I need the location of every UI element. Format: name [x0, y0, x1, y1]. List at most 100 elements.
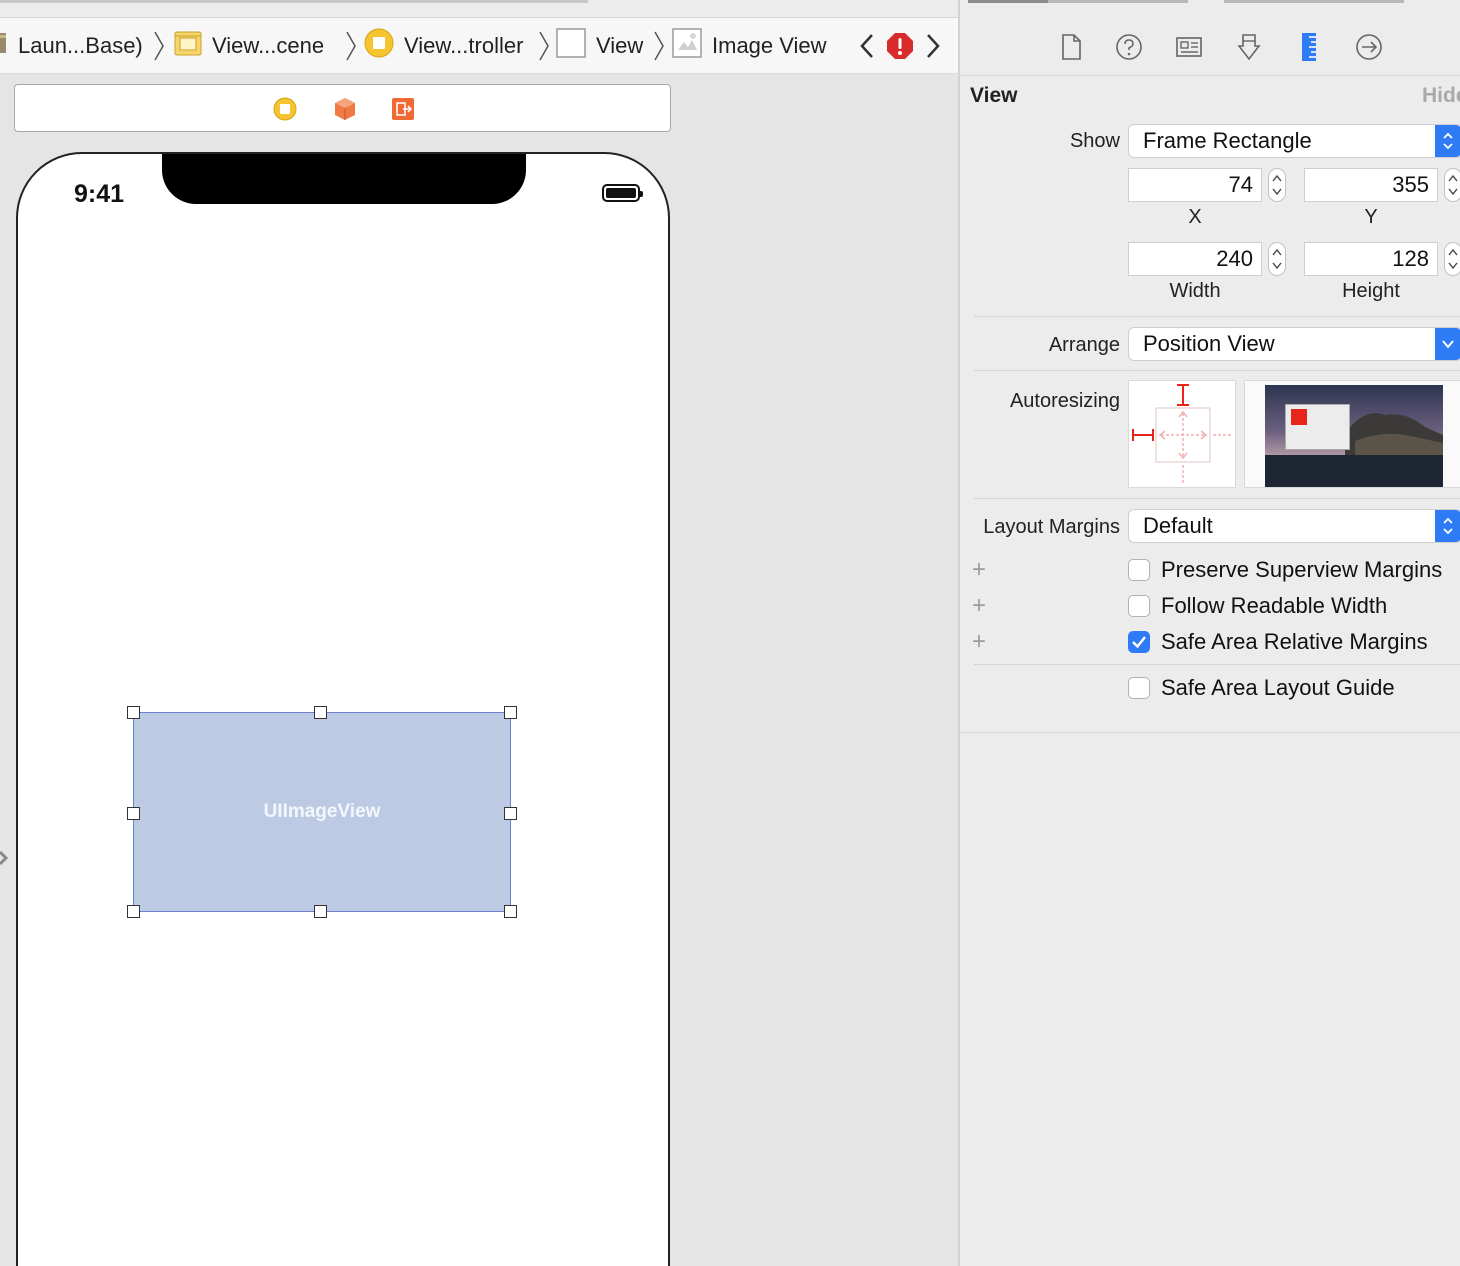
initial-scene-arrow-icon [0, 848, 14, 868]
breadcrumb-label: View...cene [212, 33, 325, 58]
x-label: X [1188, 206, 1202, 228]
file-inspector-icon[interactable] [1056, 32, 1086, 62]
storyboard-icon [0, 31, 8, 61]
layout-margins-label: Layout Margins [983, 516, 1120, 538]
view-controller-icon [364, 28, 394, 64]
height-stepper[interactable] [1444, 242, 1460, 276]
breadcrumb-item-view[interactable]: View [556, 18, 643, 74]
divider [974, 370, 1460, 371]
breadcrumb-item-scene[interactable]: View...cene [174, 18, 324, 74]
resize-handle-bottom[interactable] [314, 905, 327, 918]
attributes-inspector-icon[interactable] [1234, 32, 1264, 62]
height-field[interactable]: 128 [1304, 242, 1438, 276]
storyboard-editor: Laun...Base) View...cene View...troller … [0, 0, 958, 1266]
width-stepper[interactable] [1268, 242, 1286, 276]
show-value: Frame Rectangle [1143, 128, 1312, 153]
device-notch [162, 154, 526, 204]
scene-dock [14, 84, 671, 132]
arrange-value: Position View [1143, 331, 1275, 356]
resize-handle-top[interactable] [314, 706, 327, 719]
divider [974, 316, 1460, 317]
divider [974, 498, 1460, 499]
section-title: View [970, 84, 1018, 107]
preview-subview-marker [1291, 409, 1307, 425]
resize-handle-left[interactable] [127, 807, 140, 820]
layout-margins-value: Default [1143, 513, 1213, 538]
add-variation-plus-icon[interactable]: + [969, 556, 989, 584]
add-variation-plus-icon[interactable]: + [969, 628, 989, 656]
safe-area-relative-margins-checkbox[interactable] [1128, 631, 1150, 653]
y-label: Y [1364, 206, 1378, 228]
inspector-tab-strip [960, 0, 1460, 18]
breadcrumb-label: Laun...Base) [18, 33, 143, 58]
preserve-superview-margins-checkbox[interactable] [1128, 559, 1150, 581]
image-view-icon [672, 28, 702, 64]
arrange-popup[interactable]: Position View [1128, 327, 1460, 361]
next-issue-button[interactable] [924, 32, 942, 60]
first-responder-icon[interactable] [333, 97, 357, 121]
safe-area-layout-guide-label: Safe Area Layout Guide [1161, 675, 1395, 700]
previous-issue-button[interactable] [858, 32, 876, 60]
resize-handle-bottom-right[interactable] [504, 905, 517, 918]
size-inspector-icon[interactable] [1294, 32, 1324, 62]
autoresizing-label: Autoresizing [1009, 390, 1120, 412]
popup-arrows-icon [1435, 125, 1460, 157]
breadcrumb-item-image-view[interactable]: Image View [672, 18, 827, 74]
connections-inspector-icon[interactable] [1354, 32, 1384, 62]
resize-handle-top-left[interactable] [127, 706, 140, 719]
view-icon [556, 28, 586, 64]
breadcrumb-label: View...troller [404, 33, 524, 58]
view-controller-icon[interactable] [273, 97, 297, 121]
resize-handle-bottom-left[interactable] [127, 905, 140, 918]
width-field[interactable]: 240 [1128, 242, 1262, 276]
breadcrumb-item-view-controller[interactable]: View...troller [364, 18, 523, 74]
x-field[interactable]: 74 [1128, 168, 1262, 202]
checkmark-icon [1132, 636, 1146, 649]
hide-section-button[interactable]: Hide [1422, 84, 1460, 108]
x-stepper[interactable] [1268, 168, 1286, 202]
chevron-left-icon [860, 34, 873, 58]
resize-handle-top-right[interactable] [504, 706, 517, 719]
y-stepper[interactable] [1444, 168, 1460, 202]
breadcrumb-label: Image View [712, 33, 827, 58]
autoresizing-preview [1244, 380, 1460, 488]
follow-readable-width-label: Follow Readable Width [1161, 593, 1388, 618]
breadcrumb-item-launch-screen[interactable]: Laun...Base) [0, 18, 143, 74]
add-variation-plus-icon[interactable]: + [969, 592, 989, 620]
arrange-label: Arrange [1048, 334, 1120, 356]
chevron-right-icon [153, 30, 165, 62]
issue-indicator[interactable] [886, 32, 914, 60]
preserve-superview-margins-label: Preserve Superview Margins [1161, 557, 1443, 582]
height-label: Height [1342, 280, 1400, 302]
image-view-class-label: UIImageView [263, 801, 381, 822]
divider [960, 732, 1460, 733]
quick-help-icon[interactable] [1114, 32, 1144, 62]
autoresizing-mask-editor[interactable] [1128, 380, 1236, 488]
chevron-right-icon [653, 30, 665, 62]
follow-readable-width-checkbox[interactable] [1128, 595, 1150, 617]
resize-handle-right[interactable] [504, 807, 517, 820]
chevron-right-icon [538, 30, 550, 62]
size-inspector-panel: View Hide Show Frame Rectangle 74 355 X … [958, 0, 1460, 1266]
chevron-down-icon [1435, 328, 1460, 360]
safe-area-layout-guide-checkbox[interactable] [1128, 677, 1150, 699]
divider [974, 664, 1460, 665]
selected-image-view[interactable]: UIImageView [133, 712, 511, 912]
breadcrumb-label: View [596, 33, 644, 58]
scene-icon [174, 29, 202, 63]
editor-tab-strip [0, 0, 958, 18]
autoresizing-springs-struts-icon [1132, 384, 1233, 485]
error-icon [887, 33, 913, 59]
inspector-tabs [960, 18, 1460, 76]
jump-bar: Laun...Base) View...cene View...troller … [0, 18, 958, 74]
y-field[interactable]: 355 [1304, 168, 1438, 202]
battery-icon [602, 184, 643, 202]
status-bar-time: 9:41 [74, 180, 125, 208]
identity-inspector-icon[interactable] [1174, 32, 1204, 62]
exit-icon[interactable] [391, 97, 415, 121]
layout-margins-popup[interactable]: Default [1128, 509, 1460, 543]
device-canvas[interactable]: 9:41 [16, 152, 670, 1266]
chevron-right-icon [345, 30, 357, 62]
show-popup[interactable]: Frame Rectangle [1128, 124, 1460, 158]
popup-arrows-icon [1435, 510, 1460, 542]
